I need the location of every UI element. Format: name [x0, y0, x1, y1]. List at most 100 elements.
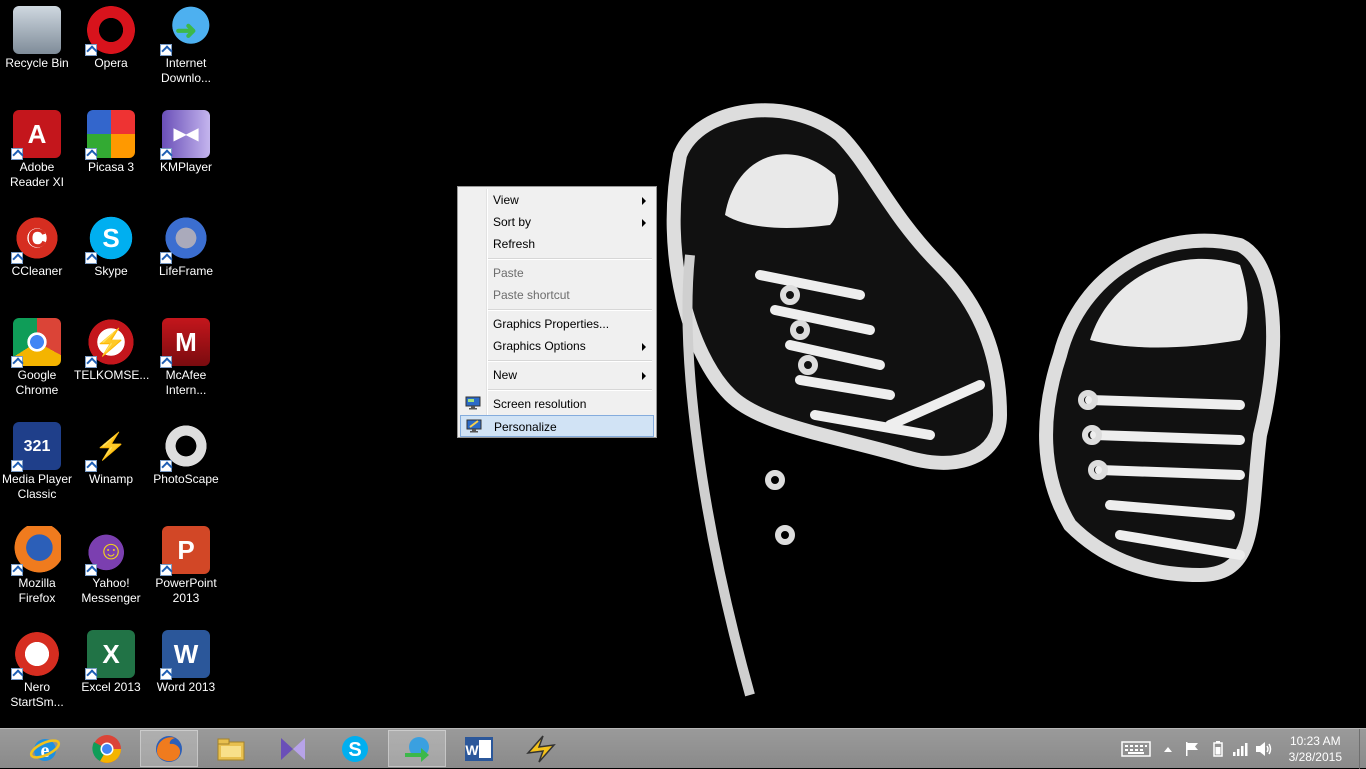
clock-date: 3/28/2015	[1288, 750, 1342, 764]
menu-item-label: Graphics Properties...	[493, 317, 610, 331]
desktop-shortcut-label: Opera	[94, 56, 128, 70]
excel-icon: X	[85, 630, 135, 680]
picasa-icon	[85, 110, 135, 160]
taskbar-skype-button[interactable]: S	[326, 730, 384, 767]
menu-item-label: Paste	[493, 266, 524, 280]
desktop-shortcut-label: PhotoScape	[153, 472, 219, 486]
desktop-shortcut-excel[interactable]: X Excel 2013	[74, 624, 148, 724]
shortcut-arrow-icon	[11, 356, 23, 368]
media-player-classic-icon: 321	[11, 422, 61, 472]
desktop-shortcut-label: Word 2013	[156, 680, 216, 694]
menu-separator	[488, 389, 652, 391]
taskbar-winamp-button[interactable]	[512, 730, 570, 767]
personalize-icon	[466, 419, 482, 433]
taskbar-chrome-button[interactable]	[78, 730, 136, 767]
taskbar-internet-explorer-button[interactable]: e	[16, 730, 74, 767]
desktop-shortcut-photoscape[interactable]: PhotoScape	[149, 416, 223, 516]
desktop-shortcut-recycle-bin[interactable]: Recycle Bin	[0, 0, 74, 100]
shortcut-arrow-icon	[11, 148, 23, 160]
wallpaper-sneakers	[666, 103, 1281, 697]
chrome-icon	[11, 318, 61, 368]
desktop-shortcut-firefox[interactable]: Mozilla Firefox	[0, 520, 74, 620]
desktop-shortcut-picasa[interactable]: Picasa 3	[74, 104, 148, 204]
desktop-shortcut-label: KMPlayer	[159, 160, 212, 174]
taskbar-file-explorer-button[interactable]	[202, 730, 260, 767]
menu-item-graphics-properties[interactable]: Graphics Properties...	[460, 313, 654, 335]
tray-battery[interactable]	[1210, 729, 1226, 769]
word-icon: W	[160, 630, 210, 680]
desktop-shortcut-skype[interactable]: S Skype	[74, 208, 148, 308]
desktop-shortcut-powerpoint[interactable]: P PowerPoint 2013	[149, 520, 223, 620]
adobe-reader-icon: A	[11, 110, 61, 160]
photoscape-icon	[160, 422, 210, 472]
desktop-shortcut-telkomsel[interactable]: ⚡ TELKOMSE...	[74, 312, 149, 412]
desktop-shortcut-winamp[interactable]: ⚡ Winamp	[74, 416, 148, 516]
taskbar: e S W 10:23 AM 3/28/2015	[0, 728, 1366, 769]
desktop[interactable]: Recycle Bin Opera ➜ Internet Downlo... A Adob…	[0, 0, 1366, 728]
svg-text:W: W	[465, 742, 479, 758]
desktop-shortcut-label: Skype	[94, 264, 128, 278]
desktop-shortcut-kmplayer[interactable]: ▶◀ KMPlayer	[149, 104, 223, 204]
desktop-shortcut-lifeframe[interactable]: LifeFrame	[149, 208, 223, 308]
tray-network[interactable]	[1230, 729, 1250, 769]
taskbar-kmplayer-button[interactable]	[264, 730, 322, 767]
menu-item-new[interactable]: New	[460, 364, 654, 386]
desktop-shortcut-mcafee[interactable]: M McAfee Intern...	[149, 312, 223, 412]
menu-item-paste-shortcut[interactable]: Paste shortcut	[460, 284, 654, 306]
desktop-shortcut-label: Yahoo! Messenger	[81, 576, 141, 605]
show-desktop-button[interactable]	[1359, 729, 1366, 769]
desktop-shortcut-label: Mozilla Firefox	[18, 576, 56, 605]
shortcut-arrow-icon	[160, 44, 172, 56]
desktop-shortcut-nero[interactable]: Nero StartSm...	[0, 624, 74, 724]
desktop-shortcut-media-player-classic[interactable]: 321 Media Player Classic	[0, 416, 74, 516]
shortcut-arrow-icon	[85, 252, 97, 264]
lifeframe-icon	[160, 214, 210, 264]
menu-item-paste[interactable]: Paste	[460, 262, 654, 284]
taskbar-clock[interactable]: 10:23 AM 3/28/2015	[1289, 733, 1342, 765]
clock-time: 10:23 AM	[1289, 734, 1341, 748]
kmplayer-icon: ▶◀	[160, 110, 210, 160]
menu-separator	[488, 258, 652, 260]
skype-icon: S	[85, 214, 135, 264]
desktop-shortcut-chrome[interactable]: Google Chrome	[0, 312, 74, 412]
desktop-shortcut-adobe-reader[interactable]: A Adobe Reader XI	[0, 104, 74, 204]
desktop-shortcut-label: Nero StartSm...	[10, 680, 64, 709]
menu-separator	[488, 360, 652, 362]
menu-item-view[interactable]: View	[460, 189, 654, 211]
taskbar-word-button[interactable]: W	[450, 730, 508, 767]
taskbar-internet-download-manager-button[interactable]	[388, 730, 446, 767]
menu-item-personalize[interactable]: Personalize	[460, 415, 654, 437]
internet-explorer-icon: e	[29, 738, 61, 762]
tray-volume[interactable]	[1254, 729, 1274, 769]
shortcut-arrow-icon	[160, 356, 172, 368]
menu-item-label: Graphics Options	[493, 339, 586, 353]
internet-download-manager-icon: ➜	[160, 6, 210, 56]
shortcut-arrow-icon	[85, 668, 97, 680]
internet-download-manager-icon	[405, 736, 429, 762]
shortcut-arrow-icon	[160, 252, 172, 264]
menu-item-screen-resolution[interactable]: Screen resolution	[460, 393, 654, 415]
menu-item-refresh[interactable]: Refresh	[460, 233, 654, 255]
monitor-icon	[465, 396, 481, 410]
menu-item-label: Refresh	[493, 237, 536, 251]
tray-show-hidden-icons[interactable]	[1160, 729, 1176, 769]
desktop-shortcut-label: CCleaner	[11, 264, 63, 278]
recycle-bin-icon	[13, 6, 61, 54]
desktop-shortcut-internet-download-manager[interactable]: ➜ Internet Downlo...	[149, 0, 223, 100]
nero-icon	[11, 630, 61, 680]
keyboard-icon	[1121, 741, 1151, 757]
shortcut-arrow-icon	[11, 668, 23, 680]
chrome-icon	[92, 734, 121, 763]
menu-item-sort-by[interactable]: Sort by	[460, 211, 654, 233]
menu-item-graphics-options[interactable]: Graphics Options	[460, 335, 654, 357]
desktop-shortcut-word[interactable]: W Word 2013	[149, 624, 223, 724]
desktop-shortcut-yahoo-messenger[interactable]: ☺ Yahoo! Messenger	[74, 520, 148, 620]
taskbar-firefox-button[interactable]	[140, 730, 198, 767]
shortcut-arrow-icon	[160, 460, 172, 472]
tray-action-center[interactable]	[1182, 729, 1202, 769]
tray-touch-keyboard[interactable]	[1118, 729, 1154, 769]
yahoo-messenger-icon: ☺	[85, 526, 135, 576]
desktop-shortcut-ccleaner[interactable]: C CCleaner	[0, 208, 74, 308]
desktop-shortcut-opera[interactable]: Opera	[74, 0, 148, 100]
telkomsel-icon: ⚡	[85, 318, 135, 368]
